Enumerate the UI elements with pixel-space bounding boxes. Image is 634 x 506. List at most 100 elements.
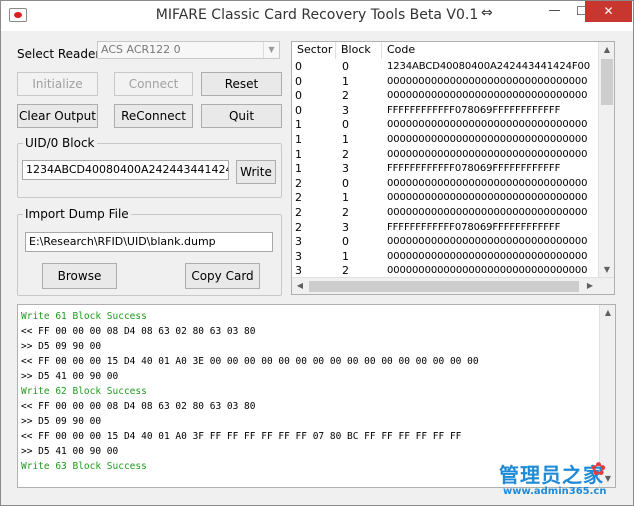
reset-button[interactable]: Reset [201,72,282,96]
sector-cell: 2 [295,220,302,234]
move-arrows-icon: ⇔ [481,5,493,21]
sector-cell: 1 [295,147,302,161]
block-cell: 2 [342,205,349,219]
code-cell: FFFFFFFFFFFF078069FFFFFFFFFFFF [387,221,561,233]
log-line: << FF 00 00 00 08 D4 08 63 02 80 63 03 8… [21,326,256,337]
block-cell: 0 [342,176,349,190]
minimize-button[interactable]: — [541,1,568,22]
scroll-right-icon[interactable]: ▶ [582,278,598,294]
output-log-lines: Write 61 Block Success << FF 00 00 00 08 … [21,309,479,474]
table-row[interactable]: 2 3 FFFFFFFFFFFF078069FFFFFFFFFFFF [292,221,600,236]
reader-select[interactable]: ACS ACR122 0 ▼ [97,41,280,59]
fish-logo-icon: ✿ [591,459,607,480]
table-row[interactable]: 0 3 FFFFFFFFFFFF078069FFFFFFFFFFFF [292,104,600,119]
select-reader-label: Select Reader [17,47,101,61]
copy-card-button[interactable]: Copy Card [185,263,260,289]
block-cell: 1 [342,132,349,146]
uid-block-group: UID/0 Block 1234ABCD40080400A24244344142… [17,136,282,198]
column-header-sector[interactable]: Sector [292,42,336,59]
code-cell: 00000000000000000000000000000000 [387,206,588,218]
write-button[interactable]: Write [236,160,276,184]
code-cell: 00000000000000000000000000000000 [387,119,588,131]
scroll-up-icon[interactable]: ▲ [599,42,614,58]
table-row[interactable]: 3 0 00000000000000000000000000000000 [292,235,600,250]
code-cell: FFFFFFFFFFFF078069FFFFFFFFFFFF [387,104,561,116]
code-cell: FFFFFFFFFFFF078069FFFFFFFFFFFF [387,163,561,175]
code-cell: 00000000000000000000000000000000 [387,75,588,87]
code-cell: 00000000000000000000000000000000 [387,192,588,204]
log-line: >> D5 09 90 00 [21,416,102,427]
block-cell: 3 [342,220,349,234]
app-window: MIFARE Classic Card Recovery Tools Beta … [0,0,634,506]
close-button[interactable]: ✕ [585,1,632,22]
title-bar[interactable]: MIFARE Classic Card Recovery Tools Beta … [1,1,633,31]
block-cell: 2 [342,147,349,161]
table-row[interactable]: 0 2 00000000000000000000000000000000 [292,89,600,104]
table-row[interactable]: 0 1 00000000000000000000000000000000 [292,75,600,90]
connect-button[interactable]: Connect [114,72,193,96]
table-row[interactable]: 1 0 00000000000000000000000000000000 [292,118,600,133]
table-row[interactable]: 2 1 00000000000000000000000000000000 [292,191,600,206]
column-header-code[interactable]: Code [382,42,600,59]
grid-vertical-scroll-thumb[interactable] [601,59,613,105]
reader-select-value: ACS ACR122 0 [101,43,181,56]
dump-file-path-input[interactable]: E:\Research\RFID\UID\blank.dump [25,232,273,252]
reconnect-button[interactable]: ReConnect [114,104,193,128]
import-dump-title: Import Dump File [23,207,131,221]
grid-horizontal-scrollbar[interactable]: ◀ ▶ [292,277,614,294]
uid-block-title: UID/0 Block [23,136,97,150]
log-line: >> D5 09 90 00 [21,341,102,352]
scroll-up-icon[interactable]: ▲ [600,305,615,321]
sector-cell: 0 [295,74,302,88]
table-row[interactable]: 2 0 00000000000000000000000000000000 [292,177,600,192]
log-line: Write 61 Block Success [21,311,147,322]
sector-cell: 2 [295,191,302,205]
scroll-down-icon[interactable]: ▼ [599,262,614,278]
log-line: << FF 00 00 00 08 D4 08 63 02 80 63 03 8… [21,401,256,412]
block-cell: 0 [342,118,349,132]
sector-cell: 1 [295,132,302,146]
block-cell: 2 [342,264,349,278]
table-row[interactable]: 1 3 FFFFFFFFFFFF078069FFFFFFFFFFFF [292,162,600,177]
table-row[interactable]: 3 1 00000000000000000000000000000000 [292,250,600,265]
sector-cell: 2 [295,176,302,190]
table-row[interactable]: 2 2 00000000000000000000000000000000 [292,206,600,221]
grid-horizontal-scroll-thumb[interactable] [309,281,579,292]
browse-button[interactable]: Browse [42,263,117,289]
clear-output-button[interactable]: Clear Output [17,104,98,128]
quit-button[interactable]: Quit [201,104,282,128]
sector-cell: 1 [295,118,302,132]
table-row[interactable]: 3 2 00000000000000000000000000000000 [292,264,600,278]
window-title: MIFARE Classic Card Recovery Tools Beta … [155,7,479,23]
table-row[interactable]: 1 2 00000000000000000000000000000000 [292,148,600,163]
grid-vertical-scrollbar[interactable]: ▲ ▼ [598,42,614,278]
block-cell: 1 [342,191,349,205]
block-cell: 0 [342,235,349,249]
block-cell: 3 [342,103,349,117]
block-cell: 1 [342,74,349,88]
initialize-button[interactable]: Initialize [17,72,98,96]
block-cell: 2 [342,89,349,103]
code-cell: 00000000000000000000000000000000 [387,250,588,262]
column-header-block[interactable]: Block [336,42,382,59]
scroll-left-icon[interactable]: ◀ [292,278,308,294]
grid-rows: 0 0 1234ABCD40080400A242443441424F00 0 1 0000… [292,60,600,278]
sector-cell: 0 [295,60,302,73]
sector-cell: 1 [295,162,302,176]
uid-block-input[interactable]: 1234ABCD40080400A242443441424F00 [22,160,229,180]
log-line: Write 62 Block Success [21,386,147,397]
block-cell: 3 [342,162,349,176]
block-cell: 1 [342,249,349,263]
watermark-url: www.admin365.cn [503,486,607,497]
sector-cell: 3 [295,235,302,249]
sector-cell: 0 [295,89,302,103]
code-cell: 00000000000000000000000000000000 [387,133,588,145]
log-line: Write 63 Block Success [21,461,147,472]
sector-block-grid[interactable]: Sector Block Code 0 0 1234ABCD40080400A242… [291,41,615,295]
chevron-down-icon[interactable]: ▼ [263,42,279,58]
block-cell: 0 [342,60,349,73]
table-row[interactable]: 1 1 00000000000000000000000000000000 [292,133,600,148]
table-row[interactable]: 0 0 1234ABCD40080400A242443441424F00 [292,60,600,75]
log-line: >> D5 41 00 90 00 [21,371,119,382]
sector-cell: 3 [295,264,302,278]
